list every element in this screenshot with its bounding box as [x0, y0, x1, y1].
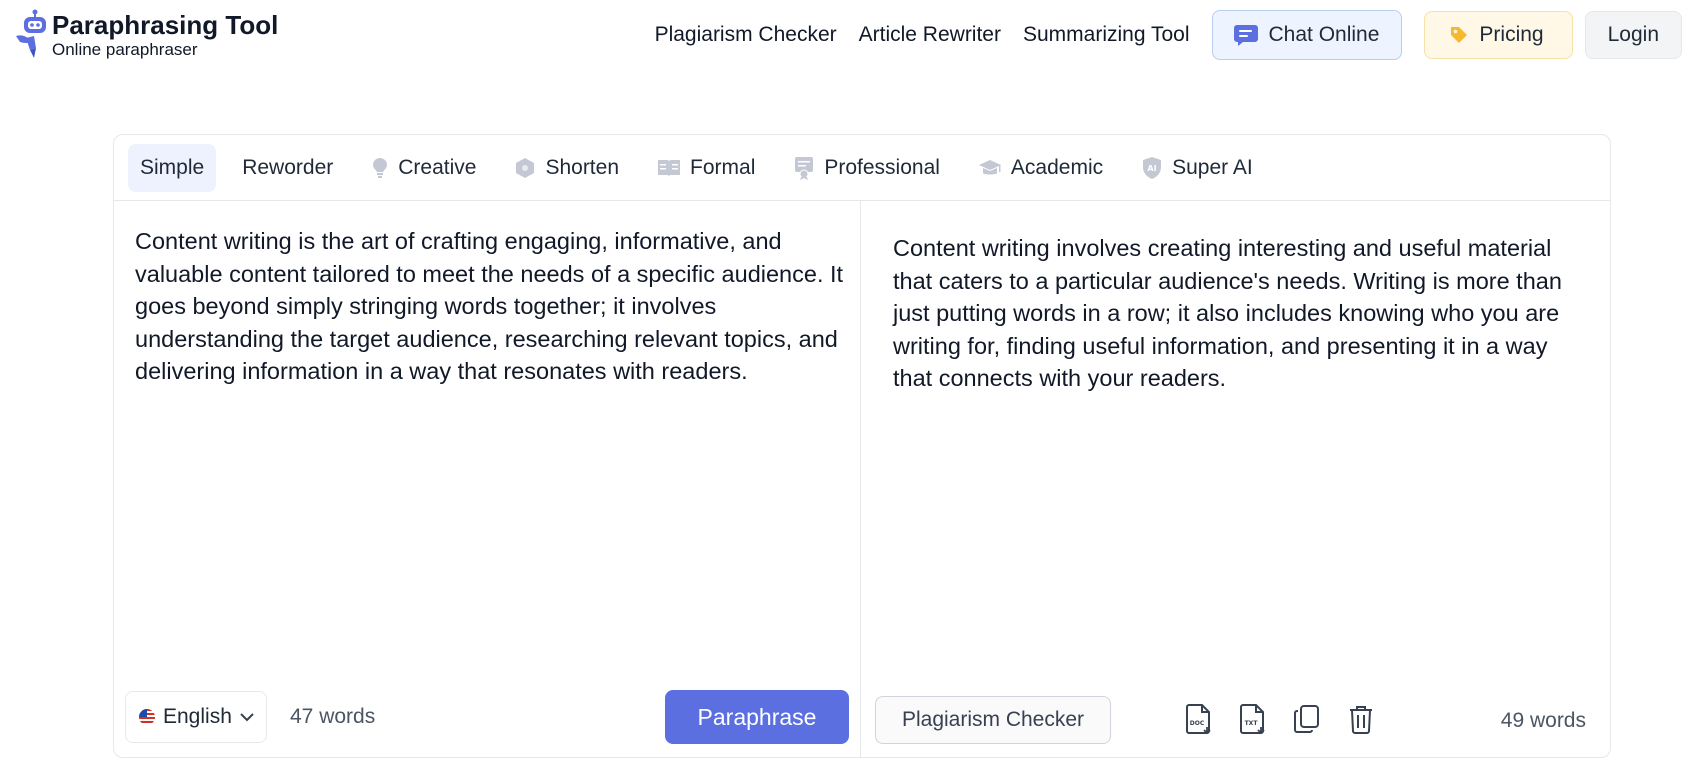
copy-button[interactable]: [1291, 701, 1323, 737]
input-pane: Content writing is the art of crafting e…: [114, 201, 861, 757]
plagiarism-checker-label: Plagiarism Checker: [901, 708, 1085, 731]
nav-summarizing-tool[interactable]: Summarizing Tool: [1023, 23, 1190, 47]
logo-subtitle: Online paraphraser: [52, 40, 198, 59]
tab-simple[interactable]: Simple: [128, 143, 217, 192]
robot-pen-logo-icon: [16, 9, 46, 58]
tab-professional[interactable]: Professional: [781, 144, 952, 192]
tab-label: Shorten: [545, 155, 620, 179]
paraphraser-card: Simple Reworder Creative Shorten Formal …: [113, 134, 1611, 758]
hexagon-icon: [516, 157, 535, 178]
tab-creative[interactable]: Creative: [359, 144, 488, 192]
tab-super-ai[interactable]: AI Super AI: [1129, 144, 1265, 192]
chat-online-button[interactable]: Chat Online: [1211, 10, 1403, 60]
book-icon: [658, 159, 681, 177]
output-text: Content writing involves creating intere…: [893, 235, 1562, 391]
input-textarea[interactable]: Content writing is the art of crafting e…: [135, 225, 845, 388]
tab-academic[interactable]: Academic: [966, 144, 1115, 192]
nav-article-rewriter[interactable]: Article Rewriter: [859, 23, 1001, 47]
pricing-button[interactable]: Pricing: [1424, 11, 1573, 59]
plagiarism-checker-button[interactable]: Plagiarism Checker: [875, 696, 1111, 744]
tab-shorten[interactable]: Shorten: [502, 144, 631, 192]
txt-download-icon: TXT: [1240, 704, 1265, 735]
svg-text:TXT: TXT: [1245, 720, 1259, 727]
doc-download-icon: DOC: [1186, 704, 1211, 735]
mode-tabs: Simple Reworder Creative Shorten Formal …: [114, 135, 1610, 201]
tab-label: Academic: [1010, 155, 1104, 179]
copy-icon: [1294, 705, 1319, 733]
price-tag-icon: [1451, 27, 1468, 43]
tab-label: Formal: [690, 155, 756, 179]
svg-text:DOC: DOC: [1190, 720, 1205, 727]
svg-text:AI: AI: [1148, 164, 1157, 173]
delete-button[interactable]: [1345, 701, 1377, 737]
top-nav: Plagiarism Checker Article Rewriter Summ…: [655, 10, 1682, 60]
pricing-label: Pricing: [1479, 23, 1544, 46]
tab-label: Simple: [140, 155, 205, 179]
us-flag-icon: [139, 709, 155, 725]
chat-icon: [1233, 25, 1258, 46]
chat-online-label: Chat Online: [1268, 23, 1380, 46]
output-pane: Content writing involves creating intere…: [861, 201, 1610, 757]
tab-label: Reworder: [242, 155, 334, 179]
doc-download-button[interactable]: DOC: [1183, 701, 1215, 737]
tab-label: Professional: [824, 155, 940, 179]
ai-shield-icon: AI: [1143, 156, 1162, 179]
tab-formal[interactable]: Formal: [645, 144, 767, 192]
graduation-cap-icon: [978, 159, 1001, 174]
paraphrase-button[interactable]: Paraphrase: [665, 690, 849, 744]
chevron-down-icon: [240, 713, 254, 722]
language-label: English: [163, 705, 232, 728]
certificate-icon: [795, 156, 814, 180]
lightbulb-icon: [373, 157, 388, 178]
language-select[interactable]: English: [125, 691, 267, 743]
login-label: Login: [1607, 23, 1659, 46]
header: Paraphrasing Tool Online paraphraser Pla…: [0, 0, 1700, 78]
tab-label: Creative: [398, 155, 477, 179]
output-word-count: 49 words: [1500, 709, 1586, 732]
input-word-count: 47 words: [290, 705, 376, 728]
tab-label: Super AI: [1172, 155, 1253, 179]
nav-plagiarism-checker[interactable]: Plagiarism Checker: [655, 23, 837, 47]
txt-download-button[interactable]: TXT: [1237, 701, 1269, 737]
tab-reworder[interactable]: Reworder: [230, 144, 345, 192]
login-button[interactable]: Login: [1584, 11, 1682, 59]
logo-title: Paraphrasing Tool: [52, 10, 279, 40]
paraphrase-label: Paraphrase: [697, 703, 817, 730]
logo[interactable]: Paraphrasing Tool Online paraphraser: [12, 8, 278, 60]
trash-icon: [1350, 706, 1372, 734]
